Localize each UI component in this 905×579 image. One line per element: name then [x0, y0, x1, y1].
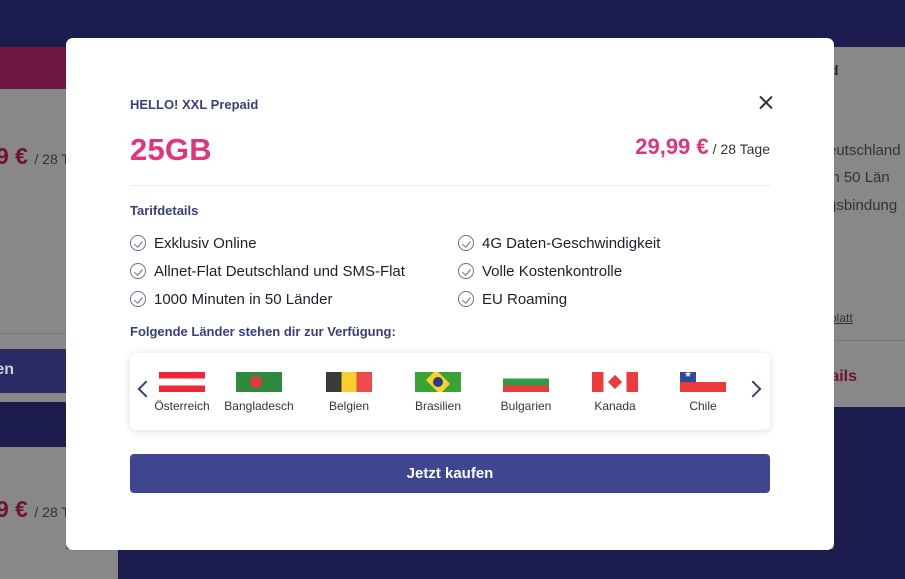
check-circle-icon: [130, 263, 146, 279]
price-period: / 28 Tage: [712, 141, 770, 157]
flag-canada-icon: [592, 372, 638, 392]
country-item-chile[interactable]: Chile: [663, 372, 743, 413]
background-tariff-card-right: [834, 47, 905, 407]
country-name: Belgien: [328, 399, 370, 413]
country-item-bangladesh[interactable]: Bangladesch: [219, 372, 299, 413]
plan-name: HELLO! XXL Prepaid: [130, 97, 259, 112]
feature-item: Exklusiv Online: [130, 234, 458, 252]
chevron-right-icon[interactable]: [744, 380, 762, 398]
feature-label: 4G Daten-Geschwindigkeit: [482, 234, 661, 252]
price-block: 29,99 €/ 28 Tage: [635, 134, 770, 160]
background-buy-button: fen: [0, 349, 66, 393]
feature-label: Allnet-Flat Deutschland und SMS-Flat: [154, 262, 405, 280]
feature-item: 1000 Minuten in 50 Länder: [130, 290, 458, 308]
background-price-top: 9 € / 28 T: [0, 143, 70, 169]
tariff-detail-modal: HELLO! XXL Prepaid 25GB 29,99 €/ 28 Tage…: [66, 38, 834, 550]
background-card-bottom: [66, 549, 118, 579]
country-name: Österreich: [154, 399, 210, 413]
data-volume: 25GB: [130, 132, 212, 167]
feature-item: Volle Kostenkontrolle: [458, 262, 770, 280]
check-circle-icon: [130, 291, 146, 307]
country-name: Chile: [689, 399, 717, 413]
country-name: Kanada: [594, 399, 636, 413]
background-card-line: gsbindung: [828, 197, 898, 214]
buy-now-button[interactable]: Jetzt kaufen: [130, 454, 770, 493]
check-circle-icon: [458, 235, 474, 251]
flag-austria-icon: [159, 372, 205, 392]
country-item-bulgaria[interactable]: Bulgarien: [486, 372, 566, 413]
country-item-canada[interactable]: Kanada: [575, 372, 655, 413]
flag-belgium-icon: [326, 372, 372, 392]
country-item-belgium[interactable]: Belgien: [309, 372, 389, 413]
price-value: 29,99 €: [635, 134, 709, 159]
header-divider: [130, 185, 770, 186]
background-card-line: in 50 Län: [828, 169, 890, 186]
feature-list: Exklusiv Online 4G Daten-Geschwindigkeit…: [130, 234, 770, 308]
background-navy-strip: [0, 402, 66, 447]
country-name: Bulgarien: [500, 399, 552, 413]
country-carousel: Österreich Bangladesch Belgien Brasilien…: [130, 353, 770, 430]
feature-item: EU Roaming: [458, 290, 770, 308]
check-circle-icon: [458, 291, 474, 307]
country-name: Brasilien: [414, 399, 462, 413]
check-circle-icon: [458, 263, 474, 279]
flag-chile-icon: [680, 372, 726, 392]
background-price-bottom: 9 € / 28 T: [0, 496, 70, 522]
feature-label: 1000 Minuten in 50 Länder: [154, 290, 333, 308]
tariff-details-heading: Tarifdetails: [130, 203, 199, 218]
feature-item: 4G Daten-Geschwindigkeit: [458, 234, 770, 252]
feature-label: Exklusiv Online: [154, 234, 257, 252]
background-divider: [834, 340, 905, 341]
background-card-line: eutschland: [828, 142, 901, 159]
country-item-austria[interactable]: Österreich: [142, 372, 222, 413]
close-icon[interactable]: [756, 93, 776, 113]
background-navy-right: [834, 407, 905, 549]
flag-brazil-icon: [415, 372, 461, 392]
flag-bulgaria-icon: [503, 372, 549, 392]
flag-bangladesh-icon: [236, 372, 282, 392]
background-card-accent: [0, 47, 66, 89]
country-item-brazil[interactable]: Brasilien: [398, 372, 478, 413]
check-circle-icon: [130, 235, 146, 251]
country-name: Bangladesch: [224, 399, 294, 413]
background-navy-bottom: [118, 549, 905, 579]
background-divider: [0, 333, 66, 334]
feature-label: EU Roaming: [482, 290, 568, 308]
countries-heading: Folgende Länder stehen dir zur Verfügung…: [130, 324, 396, 339]
feature-item: Allnet-Flat Deutschland und SMS-Flat: [130, 262, 458, 280]
feature-label: Volle Kostenkontrolle: [482, 262, 623, 280]
